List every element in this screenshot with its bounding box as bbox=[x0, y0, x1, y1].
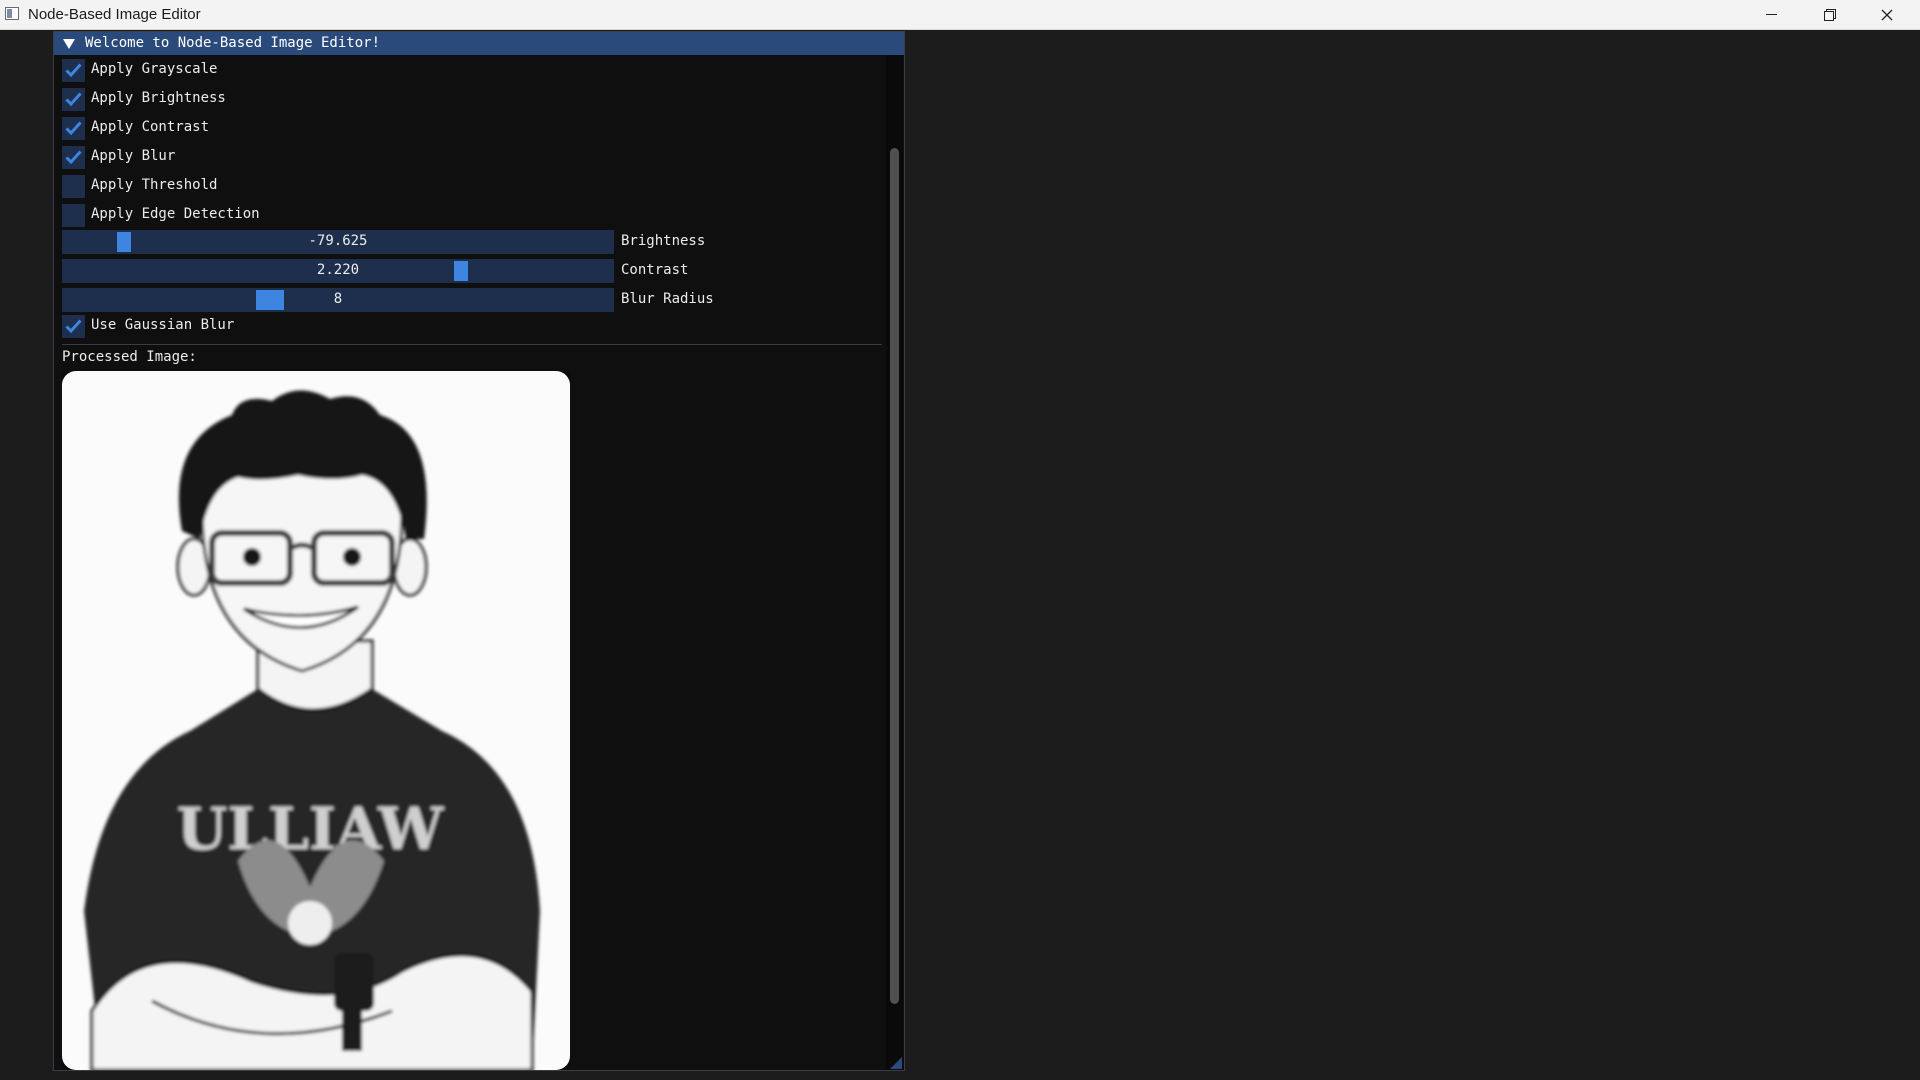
slider-track[interactable]: 2.220 bbox=[62, 259, 614, 283]
checkmark-icon bbox=[65, 121, 82, 135]
slider-track[interactable]: -79.625 bbox=[62, 230, 614, 254]
slider-value: 8 bbox=[333, 291, 343, 307]
option-label: Apply Grayscale bbox=[91, 61, 218, 77]
option-checkbox[interactable] bbox=[62, 88, 85, 111]
panel-title: Welcome to Node-Based Image Editor! bbox=[85, 35, 381, 51]
option-label: Apply Blur bbox=[91, 148, 176, 164]
slider-track[interactable]: 8 bbox=[62, 288, 614, 312]
option-checkbox[interactable] bbox=[62, 146, 85, 169]
option-checkbox[interactable] bbox=[62, 175, 85, 198]
option-label: Apply Threshold bbox=[91, 177, 218, 193]
option-checkbox[interactable] bbox=[62, 117, 85, 140]
checkmark-icon bbox=[65, 63, 82, 77]
gaussian-blur-label: Use Gaussian Blur bbox=[91, 317, 235, 333]
shirt-print-text: ULLIAW bbox=[177, 795, 444, 863]
panel-header[interactable]: Welcome to Node-Based Image Editor! bbox=[54, 32, 904, 55]
option-label: Apply Brightness bbox=[91, 90, 226, 106]
option-checkbox[interactable] bbox=[62, 59, 85, 82]
title-bar: Node-Based Image Editor bbox=[0, 0, 1920, 30]
close-button[interactable] bbox=[1858, 0, 1916, 29]
slider-row: -79.625 Brightness bbox=[62, 230, 862, 254]
option-label: Apply Contrast bbox=[91, 119, 210, 135]
app-title: Node-Based Image Editor bbox=[28, 6, 201, 23]
slider-row: 2.220 Contrast bbox=[62, 259, 862, 283]
separator bbox=[62, 344, 882, 345]
triangle-down-icon[interactable] bbox=[63, 39, 75, 49]
slider-label: Brightness bbox=[621, 233, 706, 249]
editor-panel: Welcome to Node-Based Image Editor! Appl… bbox=[53, 31, 905, 1071]
gaussian-blur-checkbox[interactable] bbox=[62, 315, 85, 338]
slider-label: Contrast bbox=[621, 262, 689, 278]
resize-grip-icon[interactable] bbox=[890, 1057, 902, 1069]
checkmark-icon bbox=[65, 92, 82, 106]
vertical-scrollbar[interactable] bbox=[886, 55, 903, 1070]
processed-image-label: Processed Image: bbox=[62, 349, 197, 365]
checkmark-icon bbox=[65, 150, 82, 164]
option-label: Apply Edge Detection bbox=[91, 206, 260, 222]
scrollbar-thumb[interactable] bbox=[890, 148, 899, 1004]
slider-label: Blur Radius bbox=[621, 291, 714, 307]
slider-value: -79.625 bbox=[308, 233, 368, 249]
minimize-button[interactable] bbox=[1742, 0, 1800, 29]
app-icon bbox=[5, 7, 19, 20]
slider-row: 8 Blur Radius bbox=[62, 288, 862, 312]
restore-button[interactable] bbox=[1800, 0, 1858, 29]
slider-value: 2.220 bbox=[316, 262, 360, 278]
checkmark-icon bbox=[65, 319, 82, 333]
close-icon bbox=[1881, 9, 1893, 21]
processed-image: ULLIAW bbox=[62, 371, 570, 1070]
option-checkbox[interactable] bbox=[62, 204, 85, 227]
